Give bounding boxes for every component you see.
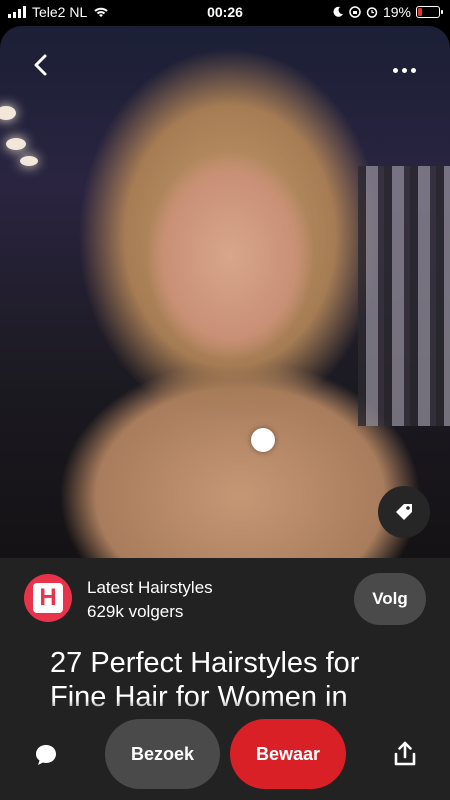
background-photo-wall [358, 166, 450, 426]
board-name[interactable]: Latest Hairstyles [87, 578, 213, 598]
product-hotspot[interactable] [251, 428, 275, 452]
pin-image[interactable] [0, 26, 450, 558]
visit-button[interactable]: Bezoek [105, 719, 220, 789]
back-button[interactable] [28, 52, 54, 78]
shop-tag-button[interactable] [378, 486, 430, 538]
follow-button[interactable]: Volg [354, 573, 426, 625]
battery-icon [416, 6, 443, 18]
ceiling-lamp [20, 156, 38, 166]
board-avatar[interactable]: H [24, 574, 72, 622]
more-dot [402, 68, 407, 73]
status-right: 19% [332, 4, 443, 20]
action-bar [0, 700, 450, 800]
share-icon [394, 741, 416, 766]
tag-icon [396, 504, 412, 520]
ceiling-lamp [0, 106, 16, 120]
comment-button[interactable] [33, 742, 59, 768]
more-dot [411, 68, 416, 73]
status-bar: Tele2 NL 00:26 19% [0, 0, 450, 26]
avatar-letter: H [33, 583, 63, 613]
alarm-icon [366, 7, 378, 18]
more-options-button[interactable] [393, 68, 416, 73]
share-button[interactable] [392, 740, 418, 768]
moon-icon [333, 6, 343, 17]
ceiling-lamp [6, 138, 26, 150]
battery-percent: 19% [382, 4, 411, 20]
more-dot [393, 68, 398, 73]
save-button[interactable]: Bewaar [230, 719, 346, 789]
follower-count: 629k volgers [87, 602, 184, 621]
battery-fill [418, 8, 422, 16]
comment-icon [36, 745, 56, 765]
orientation-lock-icon [349, 6, 361, 18]
